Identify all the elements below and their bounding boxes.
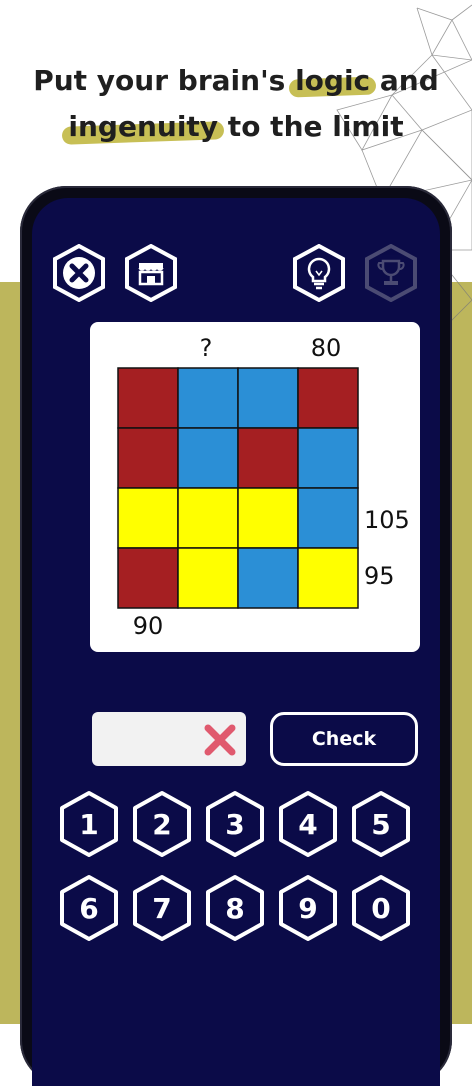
clear-x-icon (204, 724, 236, 756)
close-x-icon (53, 244, 105, 302)
headline-text-2: and (370, 64, 439, 97)
puzzle-card: ? 80 105 95 90 (90, 322, 420, 652)
grid-cell-r3-c4 (297, 487, 359, 549)
highlight-ingenuity-text: ingenuity (68, 110, 219, 143)
grid-cell-r3-c1 (117, 487, 179, 549)
grid-cell-r1-c2 (177, 367, 239, 429)
grid-cell-r3-c3 (237, 487, 299, 549)
key-label: 3 (225, 807, 245, 841)
column-clue-4: 80 (311, 334, 342, 362)
grid-cell-r2-c3 (237, 427, 299, 489)
highlight-ingenuity: ingenuity (68, 104, 218, 150)
game-screen: ? 80 105 95 90 Check 1234567890 (32, 198, 440, 1086)
grid-cell-r2-c4 (297, 427, 359, 489)
column-clue-2: ? (200, 334, 213, 362)
grid-cell-r1-c1 (117, 367, 179, 429)
headline-line-1: Put your brain's logic and (0, 58, 472, 104)
grid-cell-r3-c2 (177, 487, 239, 549)
key-4[interactable]: 4 (277, 790, 339, 858)
grid-cell-r4-c2 (177, 547, 239, 609)
key-5[interactable]: 5 (350, 790, 412, 858)
shop-store-icon (125, 244, 177, 302)
key-label: 9 (298, 891, 318, 925)
highlight-logic-text: logic (295, 64, 371, 97)
headline: Put your brain's logic and ingenuity to … (0, 58, 472, 150)
key-label: 5 (371, 807, 391, 841)
lightbulb-icon (293, 244, 345, 302)
key-label: 4 (298, 807, 318, 841)
grid-cell-r1-c3 (237, 367, 299, 429)
hint-button[interactable] (292, 244, 346, 302)
headline-text-3: to the limit (218, 110, 404, 143)
key-3[interactable]: 3 (204, 790, 266, 858)
headline-line-2: ingenuity to the limit (0, 104, 472, 150)
key-label: 1 (79, 807, 99, 841)
key-7[interactable]: 7 (131, 874, 193, 942)
phone-frame: ? 80 105 95 90 Check 1234567890 (20, 186, 452, 1086)
clear-answer-button[interactable] (202, 722, 238, 758)
key-8[interactable]: 8 (204, 874, 266, 942)
key-2[interactable]: 2 (131, 790, 193, 858)
key-label: 7 (152, 891, 172, 925)
key-label: 0 (371, 891, 391, 925)
key-6[interactable]: 6 (58, 874, 120, 942)
trophy-button[interactable] (364, 244, 418, 302)
grid-cell-r4-c3 (237, 547, 299, 609)
grid-cell-r1-c4 (297, 367, 359, 429)
key-1[interactable]: 1 (58, 790, 120, 858)
key-9[interactable]: 9 (277, 874, 339, 942)
grid-cell-r2-c2 (177, 427, 239, 489)
shop-button[interactable] (124, 244, 178, 302)
column-clue-1: 90 (133, 612, 164, 640)
highlight-logic: logic (295, 58, 370, 104)
check-button[interactable]: Check (270, 712, 418, 766)
row-clue-3: 105 (364, 506, 410, 534)
grid-cell-r2-c1 (117, 427, 179, 489)
close-button[interactable] (52, 244, 106, 302)
key-label: 2 (152, 807, 172, 841)
trophy-icon (365, 244, 417, 302)
key-label: 8 (225, 891, 245, 925)
grid-cell-r4-c1 (117, 547, 179, 609)
puzzle-grid: ? 80 105 95 90 (117, 334, 410, 640)
key-label: 6 (79, 891, 99, 925)
grid-cell-r4-c4 (297, 547, 359, 609)
headline-text-1: Put your brain's (33, 64, 296, 97)
row-clue-4: 95 (364, 562, 395, 590)
key-0[interactable]: 0 (350, 874, 412, 942)
